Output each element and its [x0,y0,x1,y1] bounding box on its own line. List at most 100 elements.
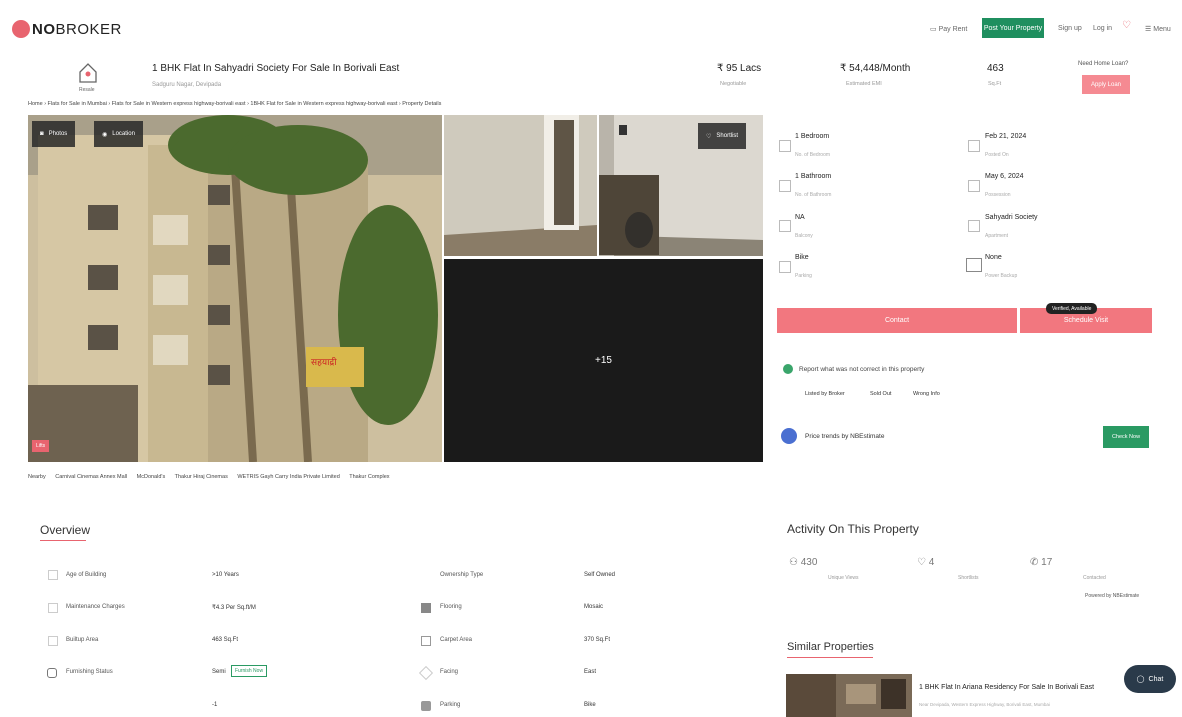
overview-label: Builtup Area [66,637,99,643]
balcony-label: Balcony [795,233,813,239]
parking-value: Bike [795,254,809,261]
nearby-item[interactable]: WETRIS Gayh Carry India Private Limited [237,474,339,480]
lifts-badge: Lifts [32,440,50,452]
building-photo: सहयाद्री [28,115,442,462]
photos-button[interactable]: ◙ Photos [32,121,76,147]
logo-broker: BROKER [55,21,122,38]
calendar-icon [968,140,980,152]
nearby-item[interactable]: Carnival Cinemas Annex Mall [55,474,127,480]
logo-no: NO [32,21,56,38]
flooring-icon [421,603,431,613]
verified-tooltip: Verified, Available [1046,303,1098,314]
similar-property-title[interactable]: 1 BHK Flat In Ariana Residency For Sale … [919,684,1094,691]
bathroom-label: No. of Bathroom [795,192,832,198]
overview-label: Flooring [440,604,462,610]
interior-photo-1[interactable] [444,115,597,256]
overview-underline [40,540,86,541]
nearby-item[interactable]: Thakur Complex [349,474,389,480]
bedroom-value: 1 Bedroom [795,133,830,140]
car-icon [779,261,791,273]
nearby-label: Nearby [28,474,46,480]
car-icon [421,701,431,711]
shortlists-count: 4 [928,557,935,568]
phone-icon: ✆ [1030,557,1042,568]
shortlist-heart-icon[interactable]: ♡ [1122,20,1131,31]
post-property-button[interactable]: Post Your Property [982,18,1044,38]
property-location[interactable]: Sadguru Nagar, Devipada [152,82,221,88]
overview-value: East [584,669,597,675]
bath-icon [779,180,791,192]
check-now-button[interactable]: Check Now [1103,426,1149,448]
report-option-wrong[interactable]: Wrong Info [913,391,940,397]
emi-label[interactable]: Estimated EMI [846,81,882,87]
overview-label: Furnishing Status [66,669,113,675]
overview-label: Maintenance Charges [66,604,125,610]
property-price: ₹ 95 Lacs [717,63,762,74]
overview-value: 370 Sq.Ft [584,637,611,643]
wallet-icon: ▭ [930,26,939,33]
nearby-item[interactable]: McDonald's [137,474,166,480]
shortlist-button[interactable]: ♡ Shortlist [698,123,747,149]
price-trend-text: Price trends by NBEstimate [805,433,885,440]
contact-button[interactable]: Contact [777,308,1017,333]
menu-label: Menu [1153,26,1171,33]
builtup-area-icon [48,636,58,646]
overview-label: Parking [440,702,461,708]
location-button[interactable]: ◉ Location [94,121,143,147]
posted-label: Posted On [985,152,1009,158]
balcony-icon [779,220,791,232]
pay-rent-label: Pay Rent [938,26,968,33]
breadcrumb[interactable]: Home › Flats for Sale in Mumbai › Flats … [28,101,441,107]
sign-up-link[interactable]: Sign up [1058,25,1082,32]
possession-value: May 6, 2024 [985,173,1024,180]
heart-icon: ♡ [917,557,929,568]
posted-value: Feb 21, 2024 [985,133,1027,140]
sofa-icon [47,668,57,678]
report-icon [783,364,793,374]
unique-views-label: Unique Views [828,575,859,581]
similar-property-thumbnail[interactable] [786,674,912,717]
parking-label: Parking [795,273,812,279]
unique-views: ⚇ 430 [789,557,817,568]
overview-label: Facing [440,669,459,675]
camera-icon: ◙ [40,131,44,137]
overview-value: -1 [212,702,218,708]
overview-value: Mosaic [584,604,604,610]
price-negotiable: Negotiable [720,81,747,87]
overview-label: Ownership Type [440,572,484,578]
room-door-photo [444,115,597,256]
more-photos-tile[interactable]: +15 [444,259,763,462]
pay-rent-link[interactable]: ▭ Pay Rent [930,25,967,33]
contacted-label: Contacted [1083,575,1106,581]
chat-bubble-icon: ◯ [1136,676,1145,683]
home-loan-label: Need Home Loan? [1078,61,1129,67]
compass-icon [418,665,434,681]
apply-loan-button[interactable]: Apply Loan [1082,75,1130,94]
carpet-area-icon [421,636,431,646]
logo[interactable]: NOBROKER [32,21,122,38]
power-backup-value: None [985,254,1002,261]
balcony-value: NA [795,214,805,221]
overview-title: Overview [40,523,91,537]
report-option-broker[interactable]: Listed by Broker [805,391,845,397]
furnish-now-tag[interactable]: Furnish Now [231,665,268,677]
main-photo[interactable]: सहयाद्री [28,115,442,462]
report-option-sold[interactable]: Sold Out [870,391,891,397]
shortlists: ♡ 4 [917,557,934,568]
chat-button[interactable]: ◯ Chat [1124,665,1176,693]
society-value: Sahyadri Society [985,214,1038,221]
location-button-label: Location [112,131,135,137]
society-label: Apartment [985,233,1009,239]
power-backup-label: Power Backup [985,273,1018,279]
overview-label: Age of Building [66,572,107,578]
nearby-item[interactable]: Thakur Hiraj Cinemas [175,474,228,480]
overview-value: Semi [212,669,226,675]
logo-icon[interactable] [12,20,30,38]
maintenance-icon [48,603,58,613]
similar-title: Similar Properties [787,641,874,653]
menu-button[interactable]: ☰ Menu [1145,25,1171,33]
house-icon [79,63,97,83]
bed-icon [779,140,791,152]
log-in-link[interactable]: Log in [1093,25,1112,32]
similar-underline [787,657,873,658]
